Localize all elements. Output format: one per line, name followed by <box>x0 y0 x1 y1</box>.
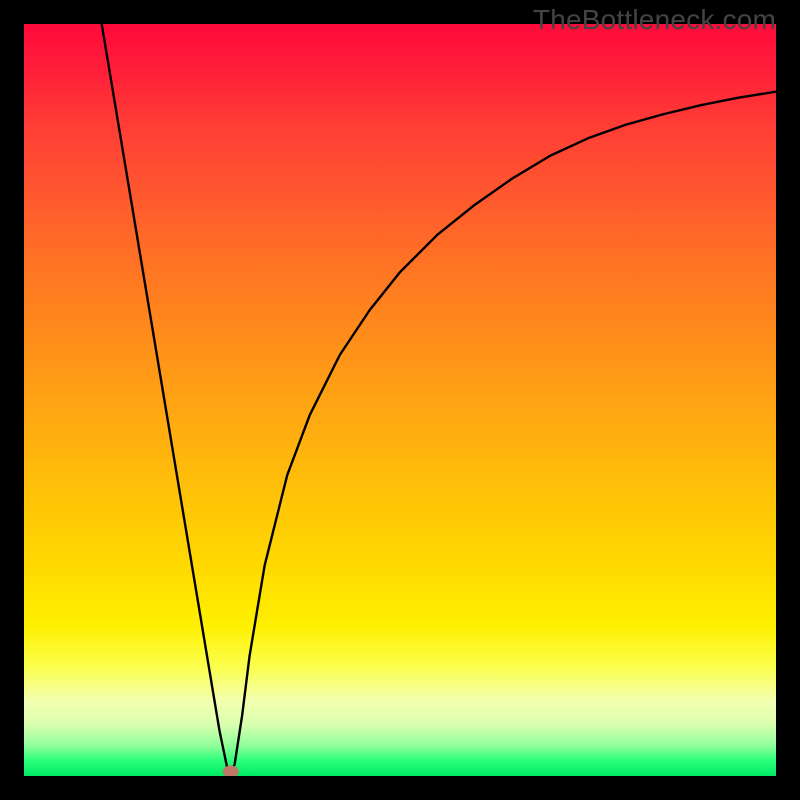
optimum-point-marker <box>223 765 239 776</box>
bottleneck-curve <box>99 24 776 771</box>
chart-svg-layer <box>24 24 776 776</box>
chart-container: TheBottleneck.com <box>0 0 800 800</box>
watermark-text: TheBottleneck.com <box>533 4 776 36</box>
